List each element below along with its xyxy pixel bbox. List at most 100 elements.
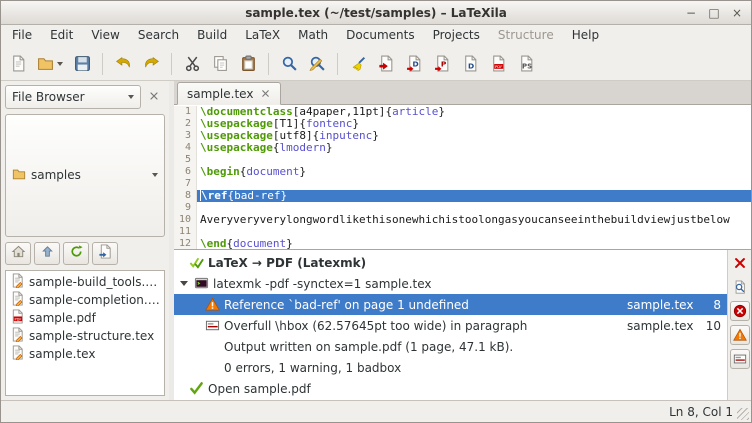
close-button[interactable]: × <box>729 5 745 21</box>
view-ps-button[interactable]: PS <box>513 51 539 77</box>
svg-text:D: D <box>412 60 418 69</box>
editor-line-3[interactable]: 3\usepackage[utf8]{inputenc} <box>174 130 751 142</box>
build-command[interactable]: latexmk -pdf -synctex=1 sample.tex <box>174 273 727 294</box>
build-view: LaTeX → PDF (Latexmk)latexmk -pdf -synct… <box>174 249 751 400</box>
menu-latex[interactable]: LaTeX <box>236 25 289 47</box>
minimize-button[interactable]: − <box>683 5 699 21</box>
find-replace-button[interactable] <box>304 51 330 77</box>
undo-button[interactable] <box>110 51 136 77</box>
close-side-panel-button[interactable] <box>143 86 165 108</box>
editor-line-11[interactable]: 11 <box>174 226 751 238</box>
menu-file[interactable]: File <box>3 25 41 47</box>
line-code <box>197 226 751 238</box>
view-pdf-button[interactable]: PDF <box>485 51 511 77</box>
redo-button[interactable] <box>138 51 164 77</box>
editor-line-6[interactable]: 6\begin{document} <box>174 166 751 178</box>
warnings-filter-button[interactable] <box>730 325 750 345</box>
tab-bar: sample.tex <box>174 81 751 105</box>
titlebar[interactable]: sample.tex (~/test/samples) – LaTeXila −… <box>1 1 751 25</box>
tab-sample-tex[interactable]: sample.tex <box>177 82 281 105</box>
tex-file-icon <box>10 291 25 309</box>
open-button[interactable] <box>33 51 67 77</box>
icon-spacer <box>204 360 220 376</box>
editor-line-12[interactable]: 12\end{document} <box>174 238 751 249</box>
warning-icon <box>733 328 747 342</box>
menu-projects[interactable]: Projects <box>424 25 489 47</box>
pdf-file-icon: PDF <box>10 309 25 327</box>
menu-math[interactable]: Math <box>289 25 337 47</box>
cut-button[interactable] <box>179 51 205 77</box>
tab-close-icon[interactable] <box>260 88 271 99</box>
build-message-summary[interactable]: 0 errors, 1 warning, 1 badbox <box>174 357 727 378</box>
resize-grip[interactable] <box>737 408 749 420</box>
build-job-title[interactable]: LaTeX → PDF (Latexmk) <box>174 252 727 273</box>
badbox-icon <box>733 352 747 366</box>
copy-button[interactable] <box>207 51 233 77</box>
build-message-line: 10 <box>703 319 725 333</box>
details-icon <box>733 280 747 294</box>
editor-line-7[interactable]: 7 <box>174 178 751 190</box>
tex-file-icon <box>10 345 25 363</box>
paste-button[interactable] <box>235 51 261 77</box>
refresh-icon <box>69 244 84 262</box>
errors-filter-button[interactable] <box>730 301 750 321</box>
editor-line-4[interactable]: 4\usepackage{lmodern} <box>174 142 751 154</box>
close-red-icon <box>733 256 747 270</box>
folder-combo[interactable]: samples <box>5 114 165 237</box>
editor-line-5[interactable]: 5 <box>174 154 751 166</box>
build-message-text: Output written on sample.pdf (1 page, 47… <box>224 340 725 354</box>
compile-latex-button[interactable]: D <box>401 51 427 77</box>
menu-view[interactable]: View <box>82 25 128 47</box>
goto-document-folder-button[interactable] <box>92 242 118 265</box>
panel-selector-combo[interactable]: File Browser <box>5 85 141 109</box>
file-item[interactable]: sample-completion.tex <box>6 291 164 309</box>
file-item[interactable]: PDFsample.pdf <box>6 309 164 327</box>
new-document-button[interactable] <box>5 51 31 77</box>
parent-folder-button[interactable] <box>34 242 60 265</box>
find-icon <box>281 55 298 72</box>
svg-text:PDF: PDF <box>494 64 501 69</box>
expander-icon[interactable] <box>180 281 188 286</box>
clean-build-files-button[interactable] <box>345 51 371 77</box>
compile-pdflatex-button[interactable]: P <box>429 51 455 77</box>
copy-icon <box>212 55 229 72</box>
menu-help[interactable]: Help <box>563 25 608 47</box>
menu-structure[interactable]: Structure <box>489 25 563 47</box>
menu-search[interactable]: Search <box>129 25 188 47</box>
editor-line-8[interactable]: 8\ref{bad-ref} <box>174 190 751 202</box>
line-number: 10 <box>174 214 197 226</box>
line-number: 6 <box>174 166 197 178</box>
show-build-details-button[interactable] <box>730 277 750 297</box>
build-message-badbox[interactable]: Overfull \hbox (62.57645pt too wide) in … <box>174 315 727 336</box>
badboxes-filter-button[interactable] <box>730 349 750 369</box>
build-message-info[interactable]: Output written on sample.pdf (1 page, 47… <box>174 336 727 357</box>
menu-build[interactable]: Build <box>188 25 236 47</box>
maximize-button[interactable]: □ <box>706 5 722 21</box>
save-button[interactable] <box>69 51 95 77</box>
chevron-down-icon <box>128 95 134 99</box>
editor-line-2[interactable]: 2\usepackage[T1]{fontenc} <box>174 118 751 130</box>
editor-line-10[interactable]: 10Averyveryverylongwordlikethisonewhichi… <box>174 214 751 226</box>
menu-edit[interactable]: Edit <box>41 25 82 47</box>
latexila-window: sample.tex (~/test/samples) – LaTeXila −… <box>0 0 752 423</box>
refresh-button[interactable] <box>63 242 89 265</box>
home-button[interactable] <box>5 242 31 265</box>
statusbar: Ln 8, Col 1 <box>1 400 751 422</box>
close-build-view-button[interactable] <box>730 253 750 273</box>
file-item[interactable]: sample.tex <box>6 345 164 363</box>
line-number: 11 <box>174 226 197 238</box>
line-code: Averyveryverylongwordlikethisonewhichist… <box>197 214 751 226</box>
menu-documents[interactable]: Documents <box>337 25 423 47</box>
build-job-open-pdf[interactable]: Open sample.pdf <box>174 378 727 399</box>
file-item[interactable]: sample-structure.tex <box>6 327 164 345</box>
quick-build-button[interactable] <box>373 51 399 77</box>
line-number: 1 <box>174 106 197 118</box>
text-editor[interactable]: 1\documentclass[a4paper,11pt]{article}2\… <box>174 105 751 249</box>
view-dvi-button[interactable]: D <box>457 51 483 77</box>
build-message-text: Open sample.pdf <box>208 382 725 396</box>
file-item[interactable]: sample-build_tools.tex <box>6 273 164 291</box>
editor-line-1[interactable]: 1\documentclass[a4paper,11pt]{article} <box>174 106 751 118</box>
build-message-warning[interactable]: Reference `bad-ref' on page 1 undefineds… <box>174 294 727 315</box>
editor-line-9[interactable]: 9 <box>174 202 751 214</box>
find-button[interactable] <box>276 51 302 77</box>
